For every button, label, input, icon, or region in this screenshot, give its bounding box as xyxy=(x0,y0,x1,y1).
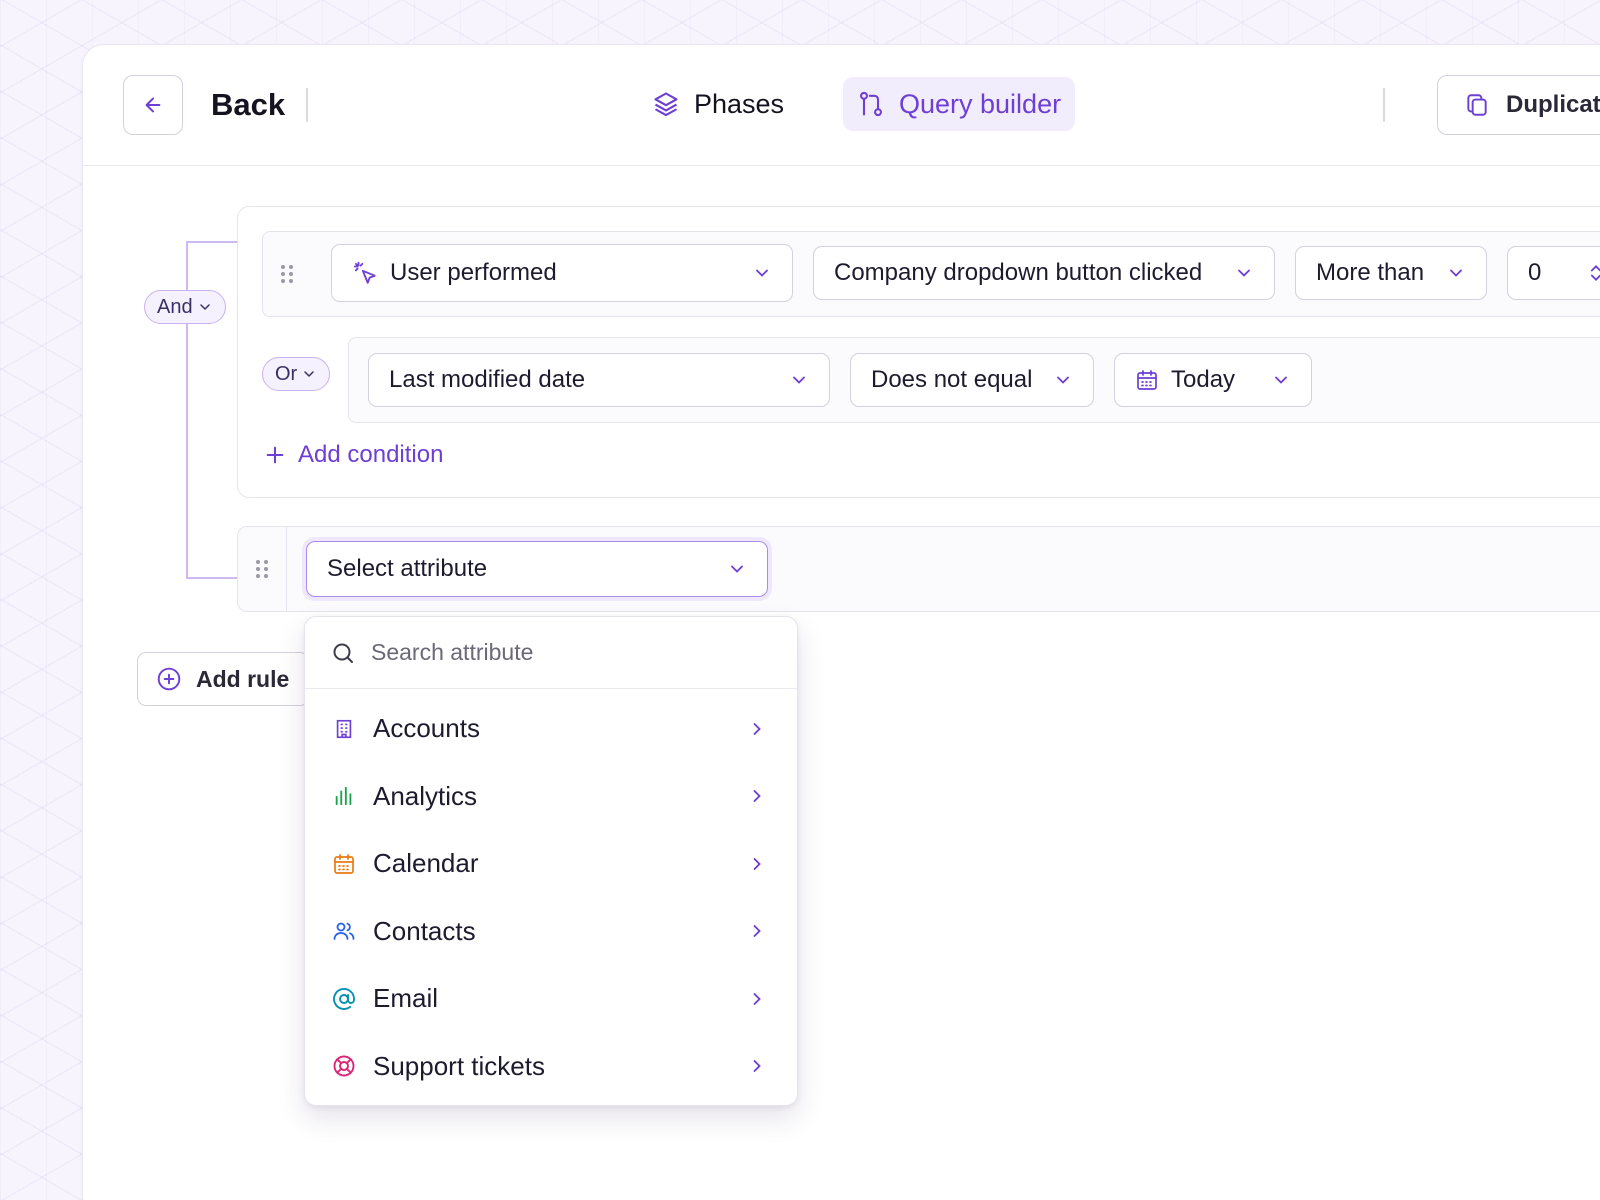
condition-type-value: User performed xyxy=(390,259,557,286)
chevron-down-icon xyxy=(793,376,805,384)
count-operator-select[interactable]: More than xyxy=(1295,246,1487,300)
or-label: Or xyxy=(275,362,298,385)
select-attribute-dropdown[interactable]: Select attribute xyxy=(306,541,768,597)
select-attribute-placeholder: Select attribute xyxy=(327,555,488,582)
menu-item-label: Email xyxy=(373,983,439,1014)
event-select[interactable]: Company dropdown button clicked xyxy=(813,246,1275,300)
add-condition-button[interactable]: Add condition xyxy=(264,441,443,469)
tab-phases[interactable]: Phases xyxy=(638,77,798,131)
calendar-icon xyxy=(1137,370,1157,390)
add-condition-label: Add condition xyxy=(298,441,444,468)
bar-chart-icon xyxy=(335,787,352,806)
menu-item-label: Calendar xyxy=(373,848,479,879)
tab-query-builder[interactable]: Query builder xyxy=(843,77,1076,131)
chevron-right-icon xyxy=(753,925,761,938)
header-divider-right xyxy=(1383,88,1385,122)
chevron-down-icon xyxy=(199,304,210,311)
header-divider xyxy=(306,88,308,122)
menu-item-support-tickets[interactable]: Support tickets xyxy=(305,1033,797,1101)
attribute-select[interactable]: Last modified date xyxy=(368,353,830,407)
row-divider xyxy=(286,527,287,611)
copy-icon xyxy=(1467,94,1487,116)
plus-circle-icon xyxy=(157,667,181,691)
plus-icon xyxy=(266,446,284,464)
cursor-click-icon xyxy=(353,261,376,284)
comparison-value: Does not equal xyxy=(871,366,1033,393)
at-sign-icon xyxy=(333,987,355,1010)
condition-row-2: Last modified date Does not equal Today xyxy=(348,337,1600,423)
chevron-down-icon xyxy=(731,565,743,573)
chevron-down-icon xyxy=(1450,269,1462,277)
life-buoy-icon xyxy=(333,1055,355,1077)
chevron-down-icon xyxy=(304,371,314,378)
add-rule-button[interactable]: Add rule xyxy=(137,652,309,706)
comparison-select[interactable]: Does not equal xyxy=(850,353,1094,407)
query-card: Back Phases Query builder Duplicate And … xyxy=(82,44,1600,1200)
building-icon xyxy=(336,719,352,738)
drag-handle[interactable] xyxy=(256,560,268,578)
date-select[interactable]: Today xyxy=(1114,353,1312,407)
count-stepper[interactable]: 0 xyxy=(1507,246,1600,300)
tab-query-builder-label: Query builder xyxy=(899,88,1062,119)
chevron-right-icon xyxy=(753,992,761,1005)
chevron-right-icon xyxy=(753,857,761,870)
condition-group: User performed Company dropdown button c… xyxy=(237,206,1600,498)
condition-type-select[interactable]: User performed xyxy=(331,244,793,302)
add-rule-label: Add rule xyxy=(196,665,290,692)
arrow-left-icon xyxy=(145,97,161,113)
search-attribute-input[interactable] xyxy=(371,639,751,666)
chevron-down-icon xyxy=(1275,376,1287,384)
attribute-value: Last modified date xyxy=(389,366,586,393)
menu-item-label: Support tickets xyxy=(373,1050,545,1081)
chevron-right-icon xyxy=(753,722,761,735)
chevron-right-icon xyxy=(753,1060,761,1073)
attribute-search xyxy=(305,617,797,689)
chevron-right-icon xyxy=(753,790,761,803)
menu-item-label: Contacts xyxy=(373,915,476,946)
or-toggle[interactable]: Or xyxy=(262,357,331,391)
chevron-up-down-icon xyxy=(1590,265,1600,281)
count-operator-value: More than xyxy=(1316,259,1425,286)
and-label: And xyxy=(157,295,193,318)
condition-row-1: User performed Company dropdown button c… xyxy=(262,231,1600,317)
menu-item-label: Accounts xyxy=(373,713,480,744)
count-value: 0 xyxy=(1528,259,1542,286)
git-pull-request-icon xyxy=(860,91,882,117)
menu-item-calendar[interactable]: Calendar xyxy=(305,830,797,898)
menu-item-analytics[interactable]: Analytics xyxy=(305,763,797,831)
menu-item-email[interactable]: Email xyxy=(305,965,797,1033)
drag-handle[interactable] xyxy=(281,265,293,283)
duplicate-button[interactable]: Duplicate xyxy=(1437,75,1600,135)
menu-item-accounts[interactable]: Accounts xyxy=(305,695,797,763)
calendar-icon xyxy=(334,853,354,874)
attribute-menu-list: Accounts Analytics Calendar Contacts Ema xyxy=(305,689,797,1100)
date-value: Today xyxy=(1171,366,1236,393)
event-value: Company dropdown button clicked xyxy=(834,259,1203,286)
back-button[interactable] xyxy=(123,75,183,135)
chevron-down-icon xyxy=(1238,269,1250,277)
users-icon xyxy=(333,922,355,941)
condition-row-3: Select attribute xyxy=(237,526,1600,612)
duplicate-label: Duplicate xyxy=(1506,91,1600,118)
chevron-down-icon xyxy=(1057,376,1069,384)
attribute-dropdown-menu: Accounts Analytics Calendar Contacts Ema xyxy=(304,616,798,1106)
search-icon xyxy=(333,643,353,663)
layers-icon xyxy=(654,92,678,117)
and-toggle[interactable]: And xyxy=(144,290,226,324)
top-bar: Back Phases Query builder Duplicate xyxy=(83,45,1600,166)
chevron-down-icon xyxy=(756,269,768,277)
tab-phases-label: Phases xyxy=(694,88,785,119)
back-label[interactable]: Back xyxy=(211,87,285,123)
menu-item-contacts[interactable]: Contacts xyxy=(305,898,797,966)
menu-item-label: Analytics xyxy=(373,780,478,811)
